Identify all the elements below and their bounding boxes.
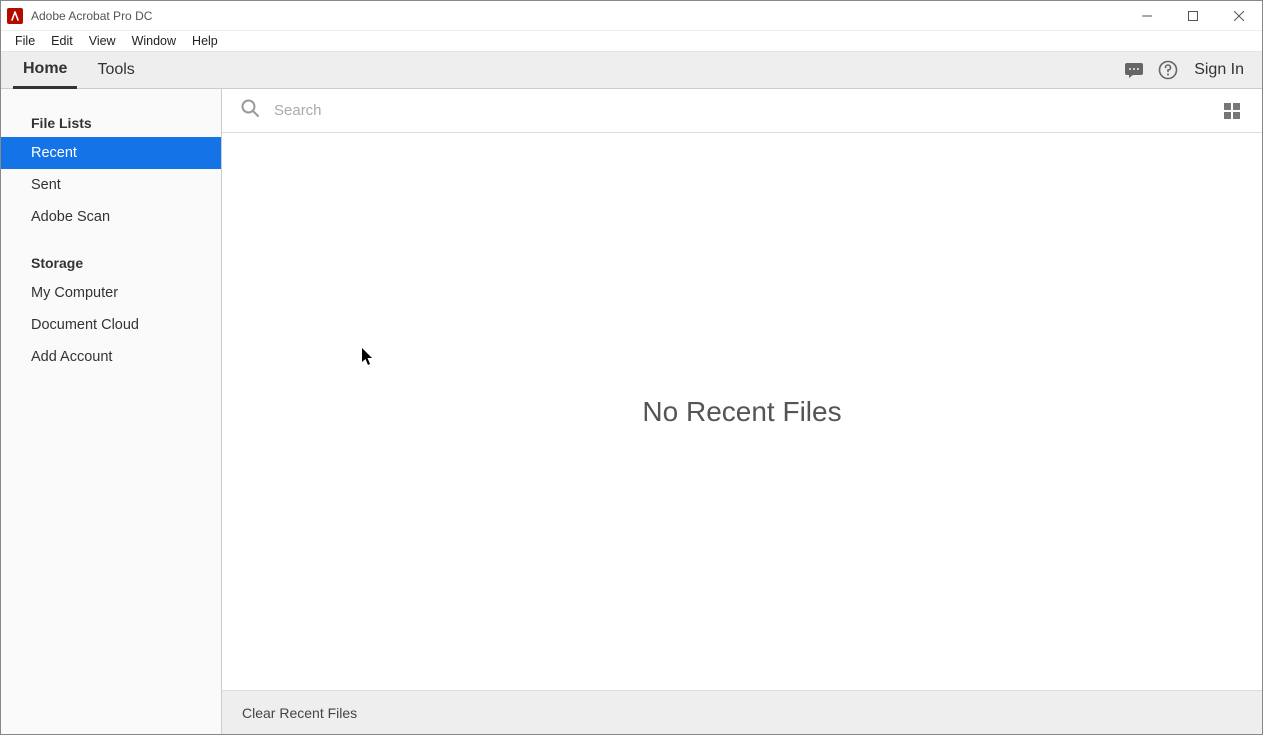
tab-tools[interactable]: Tools bbox=[87, 52, 144, 88]
content-area: No Recent Files bbox=[222, 133, 1262, 690]
sidebar-item-sent[interactable]: Sent bbox=[1, 169, 221, 201]
sidebar-header-storage: Storage bbox=[1, 255, 221, 277]
cursor-icon bbox=[362, 348, 374, 371]
close-button[interactable] bbox=[1216, 1, 1262, 30]
view-thumbnails-icon[interactable] bbox=[1220, 99, 1244, 123]
title-bar: Adobe Acrobat Pro DC bbox=[1, 1, 1262, 31]
empty-state-message: No Recent Files bbox=[642, 396, 841, 428]
minimize-button[interactable] bbox=[1124, 1, 1170, 30]
sidebar-item-document-cloud[interactable]: Document Cloud bbox=[1, 309, 221, 341]
menu-window[interactable]: Window bbox=[124, 31, 184, 52]
search-icon bbox=[240, 98, 260, 123]
menu-bar: File Edit View Window Help bbox=[1, 31, 1262, 52]
clear-recent-files-link[interactable]: Clear Recent Files bbox=[242, 705, 357, 721]
menu-file[interactable]: File bbox=[7, 31, 43, 52]
main-panel: No Recent Files Clear Recent Files bbox=[222, 89, 1262, 734]
maximize-button[interactable] bbox=[1170, 1, 1216, 30]
sidebar-item-add-account[interactable]: Add Account bbox=[1, 341, 221, 373]
search-bar bbox=[222, 89, 1262, 133]
search-input[interactable] bbox=[274, 102, 1220, 119]
sidebar-item-adobe-scan[interactable]: Adobe Scan bbox=[1, 201, 221, 233]
sidebar-item-recent[interactable]: Recent bbox=[1, 137, 221, 169]
notifications-icon[interactable] bbox=[1122, 58, 1146, 82]
sidebar: File Lists Recent Sent Adobe Scan Storag… bbox=[1, 89, 222, 734]
sidebar-header-file-lists: File Lists bbox=[1, 115, 221, 137]
tab-home[interactable]: Home bbox=[13, 52, 77, 89]
footer-bar: Clear Recent Files bbox=[222, 690, 1262, 734]
acrobat-icon bbox=[7, 8, 23, 24]
view-tabs-bar: Home Tools Sign In bbox=[1, 52, 1262, 89]
sidebar-item-my-computer[interactable]: My Computer bbox=[1, 277, 221, 309]
window-controls bbox=[1124, 1, 1262, 30]
window-title: Adobe Acrobat Pro DC bbox=[31, 9, 1124, 23]
help-icon[interactable] bbox=[1156, 58, 1180, 82]
menu-view[interactable]: View bbox=[81, 31, 124, 52]
sign-in-button[interactable]: Sign In bbox=[1190, 61, 1248, 79]
menu-help[interactable]: Help bbox=[184, 31, 226, 52]
menu-edit[interactable]: Edit bbox=[43, 31, 81, 52]
